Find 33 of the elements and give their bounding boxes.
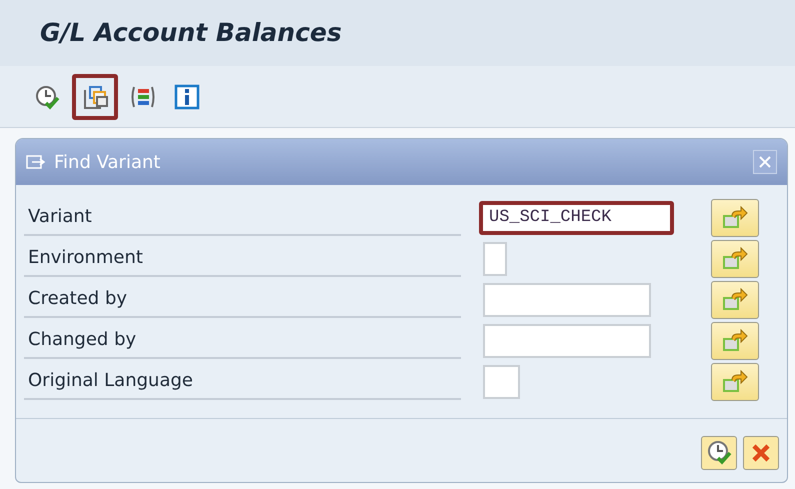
- input-field[interactable]: [483, 324, 651, 358]
- copy-icon: [82, 84, 108, 110]
- close-button[interactable]: [753, 150, 777, 174]
- field-label: Original Language: [24, 363, 461, 400]
- multiple-selection-button[interactable]: [711, 198, 759, 236]
- window-title: G/L Account Balances: [40, 17, 342, 50]
- close-icon: [759, 156, 771, 168]
- field-label: Variant: [24, 199, 461, 236]
- dialog-title: Find Variant: [54, 150, 160, 174]
- toolbar-button[interactable]: [72, 74, 118, 120]
- cancel-button[interactable]: [743, 436, 779, 470]
- execute-button[interactable]: [701, 436, 737, 470]
- multiple-selection-button[interactable]: [711, 322, 759, 360]
- input-field[interactable]: [483, 282, 651, 316]
- clock-check-icon: [706, 440, 732, 466]
- field-label: Changed by: [24, 322, 461, 359]
- folder-arrow-icon: [722, 328, 748, 352]
- folder-arrow-icon: [722, 246, 748, 270]
- input-field[interactable]: US_SCI_CHECK: [479, 200, 674, 234]
- folder-arrow-icon: [722, 206, 748, 230]
- info-icon: [174, 84, 200, 110]
- folder-arrow-icon: [722, 370, 748, 394]
- dialog-icon: [26, 153, 46, 171]
- multiple-selection-button[interactable]: [711, 280, 759, 318]
- multiple-selection-button[interactable]: [711, 240, 759, 278]
- folder-arrow-icon: [722, 288, 748, 312]
- execute-icon: [34, 84, 60, 110]
- multiple-selection-button[interactable]: [711, 362, 759, 400]
- field-label: Environment: [24, 240, 461, 277]
- close-icon: [751, 442, 771, 462]
- field-label: Created by: [24, 281, 461, 318]
- input-field[interactable]: [483, 364, 520, 398]
- input-field[interactable]: [483, 242, 507, 276]
